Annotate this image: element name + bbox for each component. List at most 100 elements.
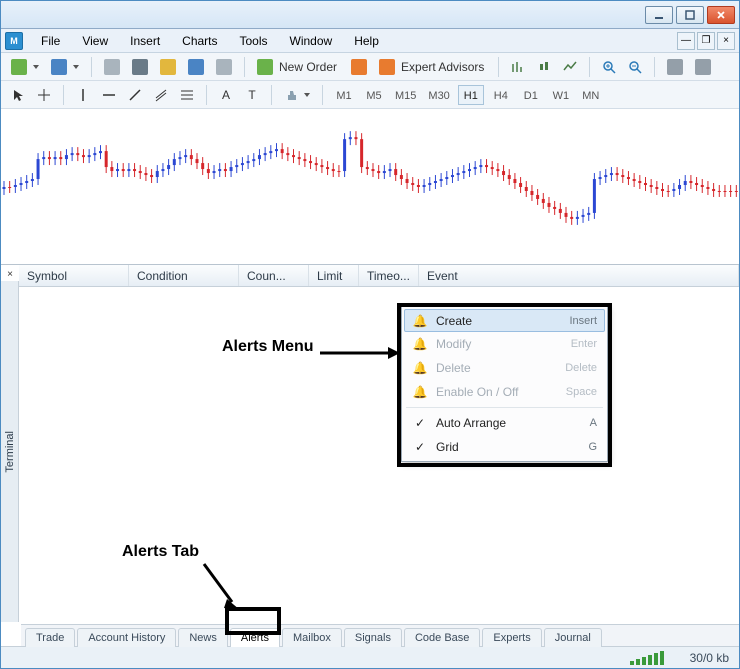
trendline-button[interactable] <box>124 84 146 106</box>
horizontal-line-button[interactable] <box>98 84 120 106</box>
menu-tools[interactable]: Tools <box>230 31 278 51</box>
crosshair-button[interactable] <box>33 84 55 106</box>
col-counter[interactable]: Coun... <box>239 265 309 286</box>
window-maximize-button[interactable] <box>676 6 704 24</box>
crosshair-icon <box>37 88 51 102</box>
col-symbol[interactable]: Symbol <box>19 265 129 286</box>
cursor-button[interactable] <box>7 84 29 106</box>
timeframe-m1[interactable]: M1 <box>331 85 357 105</box>
chartshift-icon <box>695 59 711 75</box>
expert-advisors-button[interactable]: Expert Advisors <box>375 56 490 78</box>
new-order-label: New Order <box>277 60 339 74</box>
terminal-button[interactable] <box>184 56 208 78</box>
profile-icon <box>51 59 67 75</box>
mdi-minimize-button[interactable]: — <box>677 32 695 50</box>
market-watch-button[interactable] <box>100 56 124 78</box>
mdi-restore-button[interactable]: ❐ <box>697 32 715 50</box>
annotation-box-menu <box>397 303 612 467</box>
mdi-close-button[interactable]: × <box>717 32 735 50</box>
menu-help[interactable]: Help <box>344 31 389 51</box>
arrow-icon <box>200 562 240 612</box>
plus-icon <box>11 59 27 75</box>
timeframe-m5[interactable]: M5 <box>361 85 387 105</box>
col-timeout[interactable]: Timeo... <box>359 265 419 286</box>
arrow-icon <box>320 346 400 360</box>
navigator-icon <box>132 59 148 75</box>
marketwatch-icon <box>104 59 120 75</box>
metaeditor-button[interactable] <box>347 56 371 78</box>
data-window-button[interactable] <box>156 56 180 78</box>
terminal-tabs: Trade Account History News Alerts Mailbo… <box>21 624 739 646</box>
channel-button[interactable] <box>150 84 172 106</box>
tab-trade[interactable]: Trade <box>25 628 75 647</box>
alerts-list-area[interactable] <box>19 287 739 624</box>
zoom-in-button[interactable] <box>598 56 620 78</box>
new-order-button[interactable]: New Order <box>253 56 343 78</box>
menu-insert[interactable]: Insert <box>120 31 170 51</box>
price-chart[interactable] <box>1 109 739 264</box>
terminal-close-button[interactable]: × <box>3 267 17 281</box>
tab-experts[interactable]: Experts <box>482 628 541 647</box>
menu-window[interactable]: Window <box>280 31 343 51</box>
new-chart-button[interactable] <box>7 56 43 78</box>
terminal-side-label: Terminal <box>1 281 19 622</box>
datawindow-icon <box>160 59 176 75</box>
toolbar-main: New Order Expert Advisors <box>1 53 739 81</box>
zoom-out-button[interactable] <box>624 56 646 78</box>
autoscroll-icon <box>667 59 683 75</box>
alerts-column-headers: Symbol Condition Coun... Limit Timeo... … <box>19 265 739 287</box>
timeframe-d1[interactable]: D1 <box>518 85 544 105</box>
metaeditor-icon <box>351 59 367 75</box>
tab-news[interactable]: News <box>178 628 228 647</box>
annotation-alerts-menu: Alerts Menu <box>222 338 314 356</box>
tab-codebase[interactable]: Code Base <box>404 628 480 647</box>
text-label-icon: T <box>246 88 257 102</box>
line-chart-button[interactable] <box>559 56 581 78</box>
timeframe-m30[interactable]: M30 <box>424 85 453 105</box>
timeframe-w1[interactable]: W1 <box>548 85 574 105</box>
terminal-icon <box>188 59 204 75</box>
vertical-line-button[interactable] <box>72 84 94 106</box>
tab-signals[interactable]: Signals <box>344 628 402 647</box>
menu-file[interactable]: File <box>31 31 70 51</box>
fibo-icon <box>180 88 194 102</box>
bar-chart-button[interactable] <box>507 56 529 78</box>
timeframe-h1[interactable]: H1 <box>458 85 484 105</box>
hline-icon <box>102 88 116 102</box>
candlestick-chart-icon <box>1 109 739 264</box>
menu-view[interactable]: View <box>72 31 118 51</box>
navigator-button[interactable] <box>128 56 152 78</box>
annotation-alerts-tab: Alerts Tab <box>122 543 199 561</box>
col-event[interactable]: Event <box>419 265 739 286</box>
app-icon: M <box>5 32 23 50</box>
profiles-button[interactable] <box>47 56 83 78</box>
autoscroll-button[interactable] <box>663 56 687 78</box>
timeframe-mn[interactable]: MN <box>578 85 604 105</box>
candle-chart-icon <box>537 60 551 74</box>
vline-icon <box>76 88 90 102</box>
connection-bars-icon <box>630 651 680 665</box>
window-minimize-button[interactable] <box>645 6 673 24</box>
zoom-out-icon <box>628 60 642 74</box>
text-label-button[interactable]: T <box>241 84 263 106</box>
tab-mailbox[interactable]: Mailbox <box>282 628 342 647</box>
tab-account-history[interactable]: Account History <box>77 628 176 647</box>
col-condition[interactable]: Condition <box>129 265 239 286</box>
window-close-button[interactable] <box>707 6 735 24</box>
col-limit[interactable]: Limit <box>309 265 359 286</box>
chartshift-button[interactable] <box>691 56 715 78</box>
menu-charts[interactable]: Charts <box>172 31 227 51</box>
neworder-icon <box>257 59 273 75</box>
text-button[interactable]: A <box>215 84 237 106</box>
tab-journal[interactable]: Journal <box>544 628 602 647</box>
fibo-button[interactable] <box>176 84 198 106</box>
thumbup-icon <box>284 88 298 102</box>
bar-chart-icon <box>511 60 525 74</box>
strategy-tester-button[interactable] <box>212 56 236 78</box>
zoom-in-icon <box>602 60 616 74</box>
timeframe-h4[interactable]: H4 <box>488 85 514 105</box>
candle-chart-button[interactable] <box>533 56 555 78</box>
status-bar: 30/0 kb <box>1 646 739 668</box>
arrows-button[interactable] <box>280 84 314 106</box>
timeframe-m15[interactable]: M15 <box>391 85 420 105</box>
